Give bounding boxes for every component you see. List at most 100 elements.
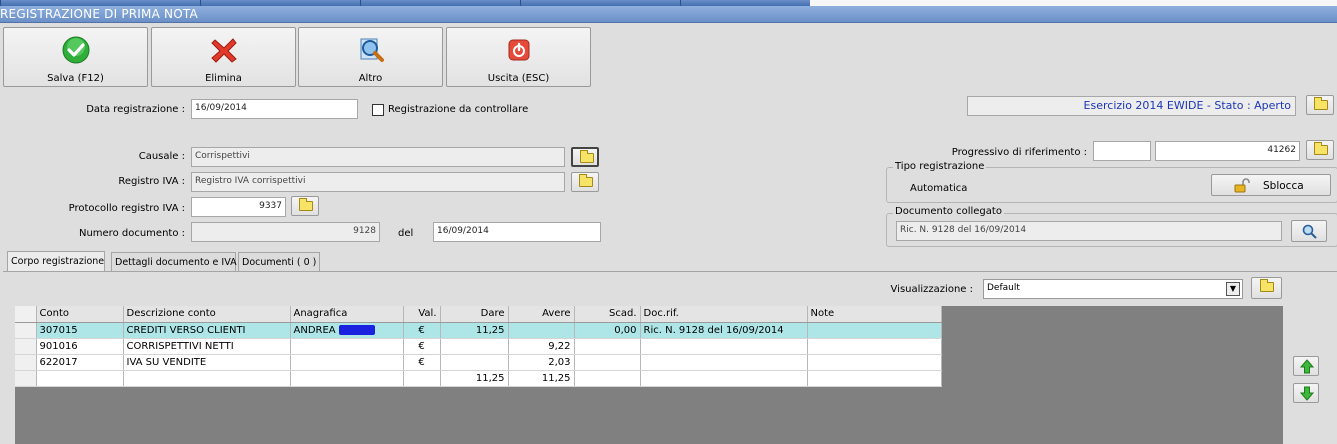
progressivo-field-a[interactable] xyxy=(1093,141,1151,161)
documento-collegato-title: Documento collegato xyxy=(893,206,1004,217)
data-registrazione-label: Data registrazione : xyxy=(86,104,185,115)
magnifier-document-icon xyxy=(360,38,384,62)
cell-scad[interactable] xyxy=(574,354,641,371)
folder-icon xyxy=(1314,97,1328,110)
cell-descrizione[interactable]: CORRISPETTIVI NETTI xyxy=(123,338,291,355)
totals-empty-cell xyxy=(403,370,441,387)
move-row-down-button[interactable] xyxy=(1293,383,1319,403)
registration-grid: Conto Descrizione conto Anagrafica Val. … xyxy=(15,306,942,387)
data-registrazione-field[interactable]: 16/09/2014 xyxy=(191,99,358,119)
registro-iva-field[interactable]: Registro IVA corrispettivi xyxy=(191,172,565,192)
row-selector-header xyxy=(15,306,37,323)
causale-field[interactable]: Corrispettivi xyxy=(191,147,565,167)
visualizzazione-browse-button[interactable] xyxy=(1251,277,1282,299)
progressivo-field-b[interactable]: 41262 xyxy=(1155,141,1300,161)
sblocca-label: Sblocca xyxy=(1263,180,1304,192)
total-dare: 11,25 xyxy=(440,370,509,387)
red-x-icon xyxy=(211,38,237,63)
da-controllare-checkbox[interactable] xyxy=(372,104,384,116)
registro-iva-label: Registro IVA : xyxy=(118,176,185,187)
cell-val[interactable]: € xyxy=(403,338,441,355)
cell-descrizione[interactable]: CREDITI VERSO CLIENTI xyxy=(123,322,291,339)
table-row[interactable]: 901016 CORRISPETTIVI NETTI € 9,22 xyxy=(15,338,942,355)
folder-icon xyxy=(580,150,594,163)
column-header[interactable]: Val. xyxy=(403,306,441,323)
cell-avere[interactable]: 2,03 xyxy=(508,354,575,371)
cell-dare[interactable] xyxy=(440,338,509,355)
visualizzazione-value: Default xyxy=(987,283,1020,293)
column-header[interactable]: Dare xyxy=(440,306,509,323)
cell-note[interactable] xyxy=(807,354,942,371)
grid-header: Conto Descrizione conto Anagrafica Val. … xyxy=(15,306,942,323)
totals-empty-cell xyxy=(290,370,404,387)
search-icon xyxy=(1302,224,1317,239)
row-selector[interactable] xyxy=(15,338,37,355)
cell-note[interactable] xyxy=(807,338,942,355)
power-icon xyxy=(508,39,530,61)
tab-documenti[interactable]: Documenti ( 0 ) xyxy=(238,252,320,271)
cell-dare[interactable] xyxy=(440,354,509,371)
totals-empty-cell xyxy=(807,370,942,387)
visualizzazione-select[interactable]: Default ▼ xyxy=(983,279,1243,299)
documento-search-button[interactable] xyxy=(1291,220,1327,242)
visualizzazione-label: Visualizzazione : xyxy=(890,284,973,295)
column-header[interactable]: Descrizione conto xyxy=(123,306,291,323)
column-header[interactable]: Conto xyxy=(36,306,124,323)
totals-empty-cell xyxy=(36,370,124,387)
totals-empty-cell xyxy=(640,370,808,387)
folder-icon xyxy=(579,174,593,187)
column-header[interactable]: Avere xyxy=(508,306,575,323)
tab-divider xyxy=(3,271,1337,272)
column-header[interactable]: Scad. xyxy=(574,306,641,323)
cell-descrizione[interactable]: IVA SU VENDITE xyxy=(123,354,291,371)
esercizio-status-field: Esercizio 2014 EWIDE - Stato : Aperto xyxy=(967,96,1296,116)
cell-dare[interactable]: 11,25 xyxy=(440,322,509,339)
row-selector[interactable] xyxy=(15,322,37,339)
cell-conto[interactable]: 622017 xyxy=(36,354,124,371)
esercizio-browse-button[interactable] xyxy=(1306,95,1334,115)
cell-val[interactable]: € xyxy=(403,322,441,339)
save-button-label: Salva (F12) xyxy=(47,73,104,84)
cell-note[interactable] xyxy=(807,322,942,339)
protocollo-browse-button[interactable] xyxy=(291,196,319,216)
cell-docrif[interactable] xyxy=(640,338,808,355)
row-selector xyxy=(15,370,37,387)
exit-button[interactable]: Uscita (ESC) xyxy=(446,27,591,87)
cell-anagrafica[interactable] xyxy=(290,354,404,371)
tab-dettagli-documento[interactable]: Dettagli documento e IVA xyxy=(111,252,237,271)
chevron-down-icon[interactable]: ▼ xyxy=(1226,282,1240,296)
cell-anagrafica[interactable] xyxy=(290,338,404,355)
row-selector[interactable] xyxy=(15,354,37,371)
causale-browse-button[interactable] xyxy=(571,147,599,167)
sblocca-button[interactable]: Sblocca xyxy=(1211,174,1331,196)
cell-val[interactable]: € xyxy=(403,354,441,371)
window-title: REGISTRAZIONE DI PRIMA NOTA xyxy=(0,7,198,21)
del-date-field[interactable]: 16/09/2014 xyxy=(433,222,601,242)
save-button[interactable]: Salva (F12) xyxy=(3,27,148,87)
column-header[interactable]: Anagrafica xyxy=(290,306,404,323)
column-header[interactable]: Doc.rif. xyxy=(640,306,808,323)
cell-anagrafica[interactable]: ANDREA xyxy=(290,322,404,339)
protocollo-label: Protocollo registro IVA : xyxy=(68,203,185,214)
cell-conto[interactable]: 307015 xyxy=(36,322,124,339)
other-button[interactable]: Altro xyxy=(298,27,443,87)
cell-avere[interactable]: 9,22 xyxy=(508,338,575,355)
cell-docrif[interactable]: Ric. N. 9128 del 16/09/2014 xyxy=(640,322,808,339)
cell-conto[interactable]: 901016 xyxy=(36,338,124,355)
registro-iva-browse-button[interactable] xyxy=(571,172,599,192)
table-row[interactable]: 622017 IVA SU VENDITE € 2,03 xyxy=(15,354,942,371)
numero-documento-field[interactable]: 9128 xyxy=(191,222,380,242)
cell-scad[interactable]: 0,00 xyxy=(574,322,641,339)
cell-docrif[interactable] xyxy=(640,354,808,371)
protocollo-field[interactable]: 9337 xyxy=(191,197,286,217)
table-row[interactable]: 307015 CREDITI VERSO CLIENTI ANDREA € 11… xyxy=(15,322,942,339)
delete-button[interactable]: Elimina xyxy=(151,27,296,87)
totals-empty-cell xyxy=(574,370,641,387)
cell-scad[interactable] xyxy=(574,338,641,355)
tab-corpo-registrazione[interactable]: Corpo registrazione xyxy=(7,251,105,271)
column-header[interactable]: Note xyxy=(807,306,942,323)
move-row-up-button[interactable] xyxy=(1293,356,1319,376)
cell-avere[interactable] xyxy=(508,322,575,339)
causale-label: Causale : xyxy=(138,151,185,162)
progressivo-browse-button[interactable] xyxy=(1306,140,1334,160)
